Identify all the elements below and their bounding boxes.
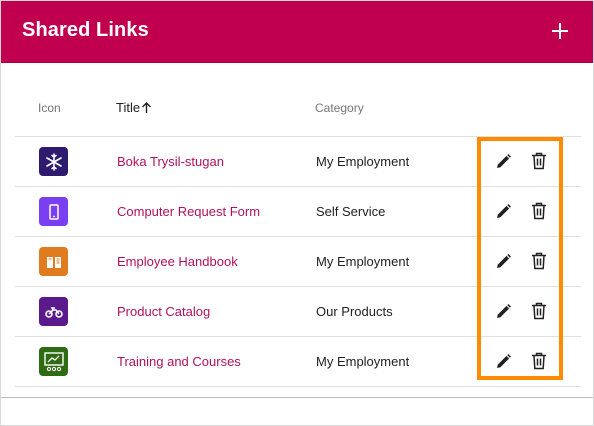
panel-title: Shared Links xyxy=(22,19,149,41)
column-header-category: Category xyxy=(315,101,364,115)
link-tile xyxy=(39,197,68,226)
link-category: Self Service xyxy=(316,204,386,219)
link-title[interactable]: Training and Courses xyxy=(117,354,241,369)
add-link-button[interactable] xyxy=(546,17,574,45)
tablet-icon xyxy=(48,203,59,220)
link-category: Our Products xyxy=(316,304,393,319)
link-category: My Employment xyxy=(316,354,410,369)
actions-highlight-box xyxy=(477,137,563,380)
plus-icon xyxy=(552,23,568,39)
column-header-icon: Icon xyxy=(38,101,61,115)
presentation-board-icon xyxy=(43,351,64,371)
link-tile xyxy=(39,297,68,326)
column-header-title[interactable]: Title xyxy=(116,100,152,115)
footer-divider xyxy=(1,397,593,398)
link-tile xyxy=(39,247,68,276)
panel-header: Shared Links xyxy=(1,1,593,63)
column-header-title-label: Title xyxy=(116,100,141,115)
link-tile xyxy=(39,347,68,376)
link-tile xyxy=(39,147,68,176)
link-title[interactable]: Employee Handbook xyxy=(117,254,238,269)
motorcycle-icon xyxy=(44,306,63,318)
link-title[interactable]: Boka Trysil-stugan xyxy=(117,154,224,169)
link-title[interactable]: Computer Request Form xyxy=(117,204,260,219)
link-category: My Employment xyxy=(316,254,410,269)
snowflake-icon xyxy=(45,152,62,171)
shared-links-panel: Shared Links Icon Title Category Boka Tr… xyxy=(0,0,594,426)
sort-ascending-icon xyxy=(142,102,152,113)
book-icon xyxy=(46,256,61,268)
link-category: My Employment xyxy=(316,154,410,169)
link-title[interactable]: Product Catalog xyxy=(117,304,210,319)
